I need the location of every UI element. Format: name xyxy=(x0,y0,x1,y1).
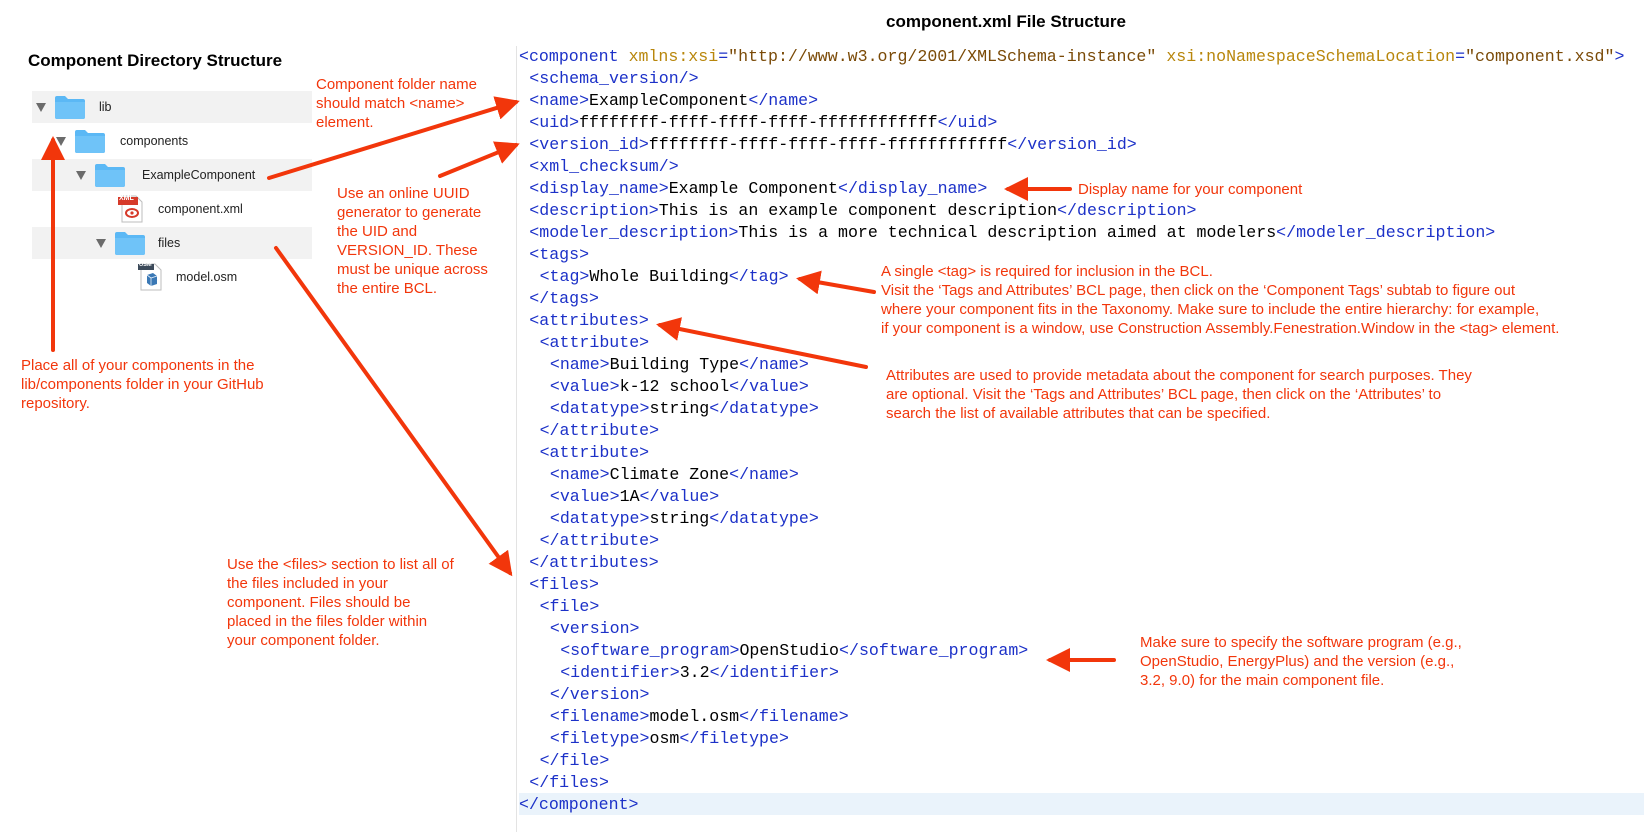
arrow-files-folder xyxy=(274,246,513,577)
annotation-arrows xyxy=(41,96,1116,672)
arrow-tag xyxy=(796,270,876,295)
arrow-folder-to-name xyxy=(267,96,520,180)
arrow-attributes xyxy=(656,317,868,369)
arrow-uuid-to-uid xyxy=(438,141,520,178)
